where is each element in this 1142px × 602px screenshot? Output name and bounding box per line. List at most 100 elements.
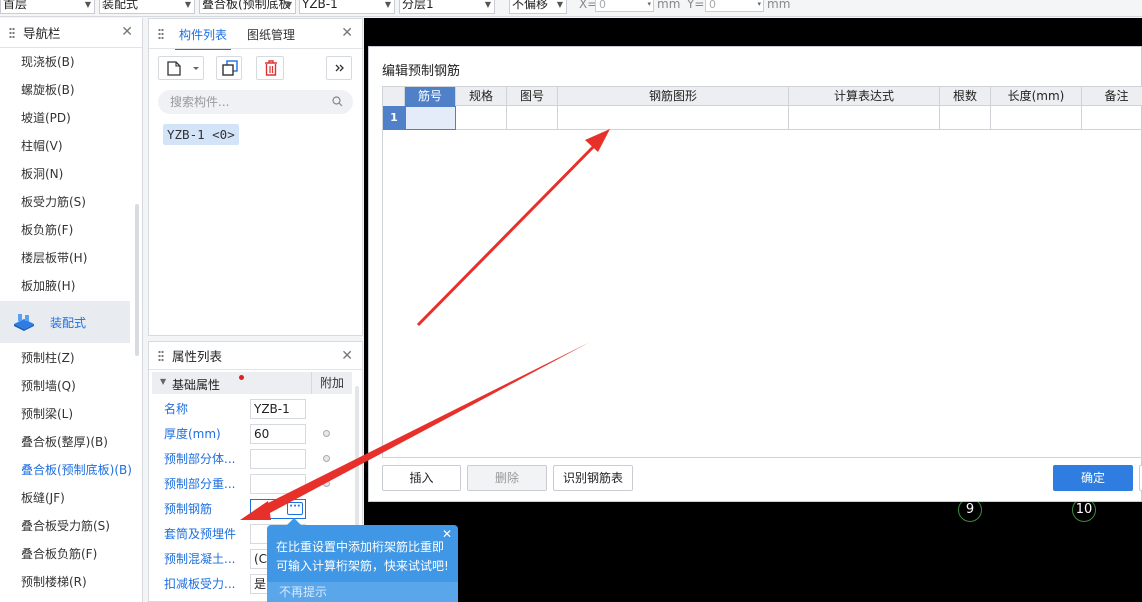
nav-item[interactable]: 板加腋(H) [0,272,142,300]
spinner-icon[interactable]: ▾ [647,0,651,9]
modified-dot-icon [239,375,244,380]
column-header[interactable]: 图号 [507,87,558,106]
nav-item[interactable]: 板缝(JF) [0,484,142,512]
tab-drawing-management[interactable]: 图纸管理 [247,26,295,43]
new-component-button[interactable] [158,56,204,80]
more-button[interactable] [326,56,352,80]
nav-item[interactable]: 预制柱(Z) [0,344,142,372]
ok-button[interactable]: 确定 [1053,465,1133,491]
property-value-field[interactable]: ··· [250,499,306,519]
property-value-field[interactable] [250,449,306,469]
properties-section-header[interactable]: ▼ 基础属性 附加 [152,372,352,394]
nav-item[interactable]: 叠合板受力筋(S) [0,512,142,540]
copy-component-button[interactable] [216,56,242,80]
component-type-value: 叠合板(预制底板 [202,0,291,11]
remark-cell[interactable] [1082,106,1142,130]
close-icon[interactable]: ✕ [341,349,353,363]
nav-item[interactable]: 板洞(N) [0,160,142,188]
component-item[interactable]: YZB-1 <0> [163,124,239,145]
close-icon[interactable]: ✕ [341,26,353,40]
nav-group-prefab[interactable]: 装配式 [0,301,130,343]
dont-show-again-link[interactable]: 不再提示 [267,582,458,602]
nav-group-label: 装配式 [50,315,87,330]
collapse-icon[interactable]: ▼ [160,377,166,386]
chevron-down-icon: ▼ [384,0,391,9]
drag-handle-icon[interactable] [158,28,164,40]
nav-item[interactable]: 楼层板带(H) [0,244,142,272]
trash-icon [265,60,277,76]
layer-select[interactable]: 分层1 ▼ [399,0,495,14]
tab-component-list[interactable]: 构件列表 [174,26,232,50]
category-select[interactable]: 装配式 ▼ [99,0,195,14]
extra-column-header: 附加 [311,372,352,394]
chevron-down-icon: ▼ [184,0,191,9]
figure-no-cell[interactable] [507,106,558,130]
nav-item[interactable]: 螺旋板(B) [0,76,142,104]
double-chevron-right-icon [335,64,344,72]
component-search-input[interactable]: 搜索构件... [158,90,353,114]
extra-checkbox[interactable] [323,480,330,487]
nav-item[interactable]: 板受力筋(S) [0,188,142,216]
length-cell[interactable] [991,106,1082,130]
nav-item[interactable]: 预制楼梯(R) [0,568,142,596]
delete-button[interactable]: 删除 [467,465,547,491]
column-header[interactable]: 根数 [940,87,991,106]
floor-select[interactable]: 首层 ▼ [0,0,95,14]
column-header[interactable]: 计算表达式 [789,87,940,106]
column-header[interactable]: 规格 [456,87,507,106]
nav-title: 导航栏 [23,26,61,41]
dialog-title: 编辑预制钢筋 [382,64,461,79]
drag-handle-icon[interactable] [158,349,164,362]
rebar-number-cell[interactable] [405,106,456,130]
nav-item[interactable]: 板负筋(F) [0,216,142,244]
nav-item[interactable]: 坡道(PD) [0,104,142,132]
property-value-field[interactable] [250,474,306,494]
spec-cell[interactable] [456,106,507,130]
nav-panel: 导航栏 ✕ 现浇板(B) 螺旋板(B) 坡道(PD) 柱帽(V) 板洞(N) 板受力筋(S… [0,18,143,602]
x-input[interactable]: 0 ▾ [595,0,654,12]
property-label: 预制部分体... [164,452,236,466]
nav-item[interactable]: 现浇板(B) [0,48,142,76]
tooltip-pointer [287,518,301,525]
component-list-panel: 构件列表 图纸管理 ✕ 搜索构件... YZB-1 <0> [148,18,363,336]
insert-button[interactable]: 插入 [382,465,461,491]
nav-item[interactable]: 柱帽(V) [0,132,142,160]
property-label: 厚度(mm) [164,427,221,441]
close-icon[interactable]: ✕ [121,25,133,39]
spinner-icon[interactable]: ▾ [757,0,761,9]
identify-rebar-table-button[interactable]: 识别钢筋表 [553,465,633,491]
column-header[interactable]: 钢筋图形 [558,87,789,106]
component-type-select[interactable]: 叠合板(预制底板 ▼ [199,0,296,14]
copy-icon [222,60,238,76]
property-label: 预制混凝土... [164,552,236,566]
section-title: 基础属性 [172,378,221,392]
property-value-field[interactable]: 60 [250,424,306,444]
column-header[interactable]: 长度(mm) [991,87,1082,106]
chevron-down-icon: ▼ [556,0,563,9]
drag-handle-icon[interactable] [9,26,15,39]
expression-cell[interactable] [789,106,940,130]
extra-checkbox[interactable] [323,430,330,437]
nav-scrollbar[interactable] [135,204,139,356]
rebar-shape-cell[interactable] [558,106,789,130]
row-number[interactable]: 1 [383,106,405,130]
tooltip-text: 在比重设置中添加桁架筋比重即可输入计算桁架筋，快来试试吧! [276,540,449,573]
ellipsis-button[interactable]: ··· [287,502,303,515]
delete-component-button[interactable] [256,56,284,80]
search-icon [332,96,343,107]
properties-header: 属性列表 ✕ [149,342,362,370]
nav-item[interactable]: 叠合板(整厚)(B) [0,428,142,456]
y-input[interactable]: 0 ▾ [705,0,764,12]
offset-select[interactable]: 不偏移 ▼ [509,0,567,14]
nav-item[interactable]: 叠合板负筋(F) [0,540,142,568]
nav-item[interactable]: 叠合板(预制底板)(B) [0,456,142,484]
nav-item[interactable]: 预制墙(Q) [0,372,142,400]
nav-item[interactable]: 预制梁(L) [0,400,142,428]
property-value-field[interactable]: YZB-1 [250,399,306,419]
count-cell[interactable] [940,106,991,130]
extra-checkbox[interactable] [323,455,330,462]
column-header[interactable]: 筋号 [405,87,456,106]
component-name-select[interactable]: YZB-1 ▼ [299,0,395,14]
property-label: 扣减板受力... [164,577,236,591]
column-header[interactable]: 备注 [1082,87,1142,106]
